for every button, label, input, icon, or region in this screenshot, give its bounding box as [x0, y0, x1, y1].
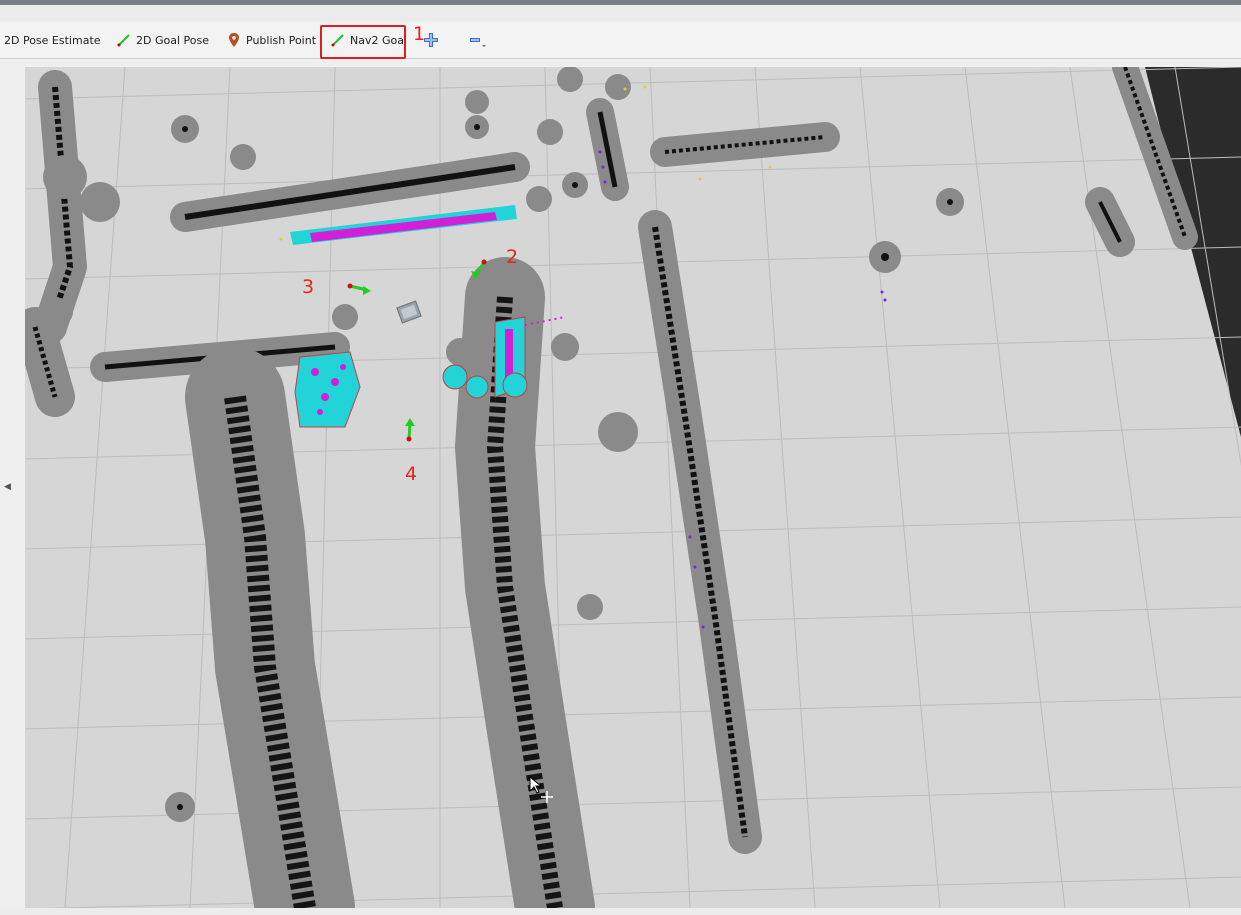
annotation-number: 4	[405, 463, 418, 485]
remove-tool-button[interactable]	[468, 28, 488, 52]
pose-estimate-label: 2D Pose Estimate	[4, 33, 101, 47]
map-pin-icon	[226, 32, 242, 48]
minus-icon	[468, 32, 486, 48]
collapse-panel-arrow-icon[interactable]: ◀	[4, 480, 14, 494]
tools-toolbar: 2D Pose Estimate 2D Goal Pose Publish Po…	[0, 22, 1241, 59]
pose-estimate-tool[interactable]: 2D Pose Estimate	[4, 28, 101, 52]
goal-pose-label: 2D Goal Pose	[136, 33, 209, 47]
window-top-strip	[0, 0, 1241, 22]
goal-pose-tool[interactable]: 2D Goal Pose	[116, 28, 209, 52]
green-arrow-icon	[116, 32, 132, 48]
window-edge	[0, 0, 1241, 5]
map-3d-viewport[interactable]	[25, 67, 1241, 908]
nav2-goal-highlight-box	[320, 25, 406, 59]
annotation-number: 1	[413, 23, 426, 45]
annotation-number: 2	[506, 246, 519, 268]
annotation-number: 3	[302, 276, 315, 298]
add-tool-button[interactable]	[423, 28, 443, 52]
plus-icon	[423, 32, 439, 48]
window-bottom-strip	[0, 908, 1241, 915]
publish-point-tool[interactable]: Publish Point	[226, 28, 316, 52]
publish-point-label: Publish Point	[246, 33, 317, 47]
